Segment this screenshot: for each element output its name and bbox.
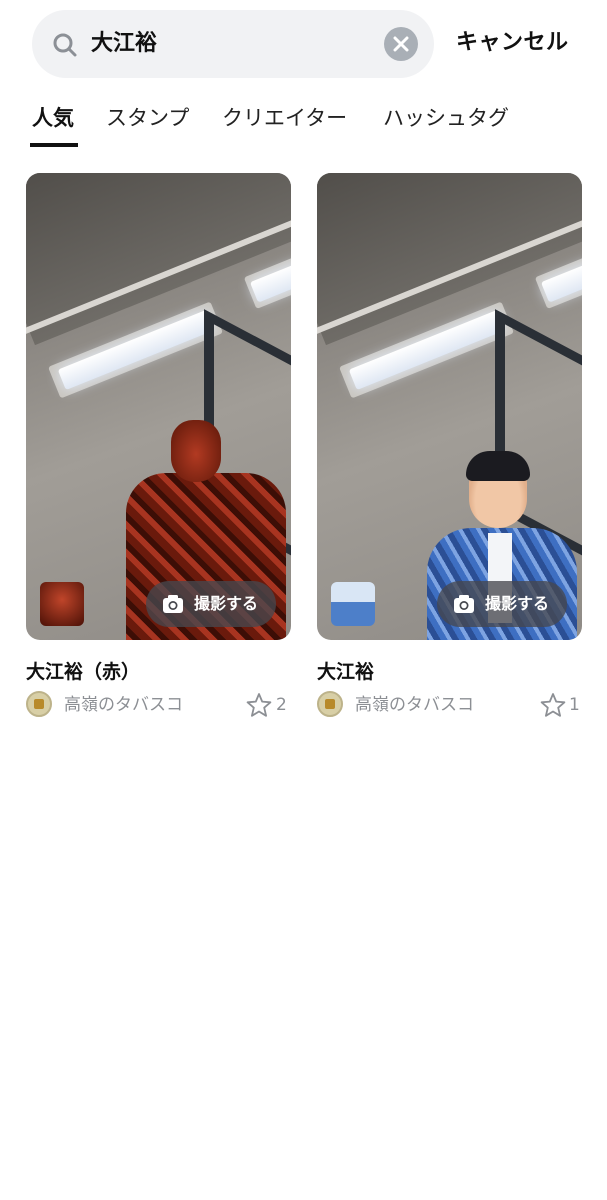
- shoot-button-label: 撮影する: [194, 594, 259, 613]
- card-thumbnail[interactable]: 撮影する: [317, 173, 582, 640]
- shoot-button[interactable]: 撮影する: [437, 581, 567, 627]
- result-card[interactable]: 撮影する 大江裕（赤） 高嶺のタバスコ 2: [26, 173, 291, 717]
- card-thumbnail[interactable]: 撮影する: [26, 173, 291, 640]
- star-icon[interactable]: [246, 692, 272, 718]
- tab-stamps[interactable]: スタンプ: [106, 102, 189, 132]
- clear-icon: [393, 36, 409, 52]
- clear-search-button[interactable]: [384, 27, 418, 61]
- card-title[interactable]: 大江裕（赤）: [26, 657, 140, 684]
- result-card[interactable]: 撮影する 大江裕 高嶺のタバスコ 1: [317, 173, 582, 717]
- creator-row[interactable]: 高嶺のタバスコ 2: [26, 691, 291, 719]
- cancel-button[interactable]: キャンセル: [456, 24, 569, 56]
- creator-avatar: [317, 691, 343, 717]
- star-icon[interactable]: [540, 692, 566, 718]
- thumbnail-person-head: [171, 420, 221, 482]
- creator-avatar: [26, 691, 52, 717]
- card-title[interactable]: 大江裕: [317, 657, 374, 684]
- like-count: 1: [569, 695, 580, 715]
- search-bar[interactable]: 大江裕: [32, 10, 434, 78]
- thumbnail-person-hair: [466, 451, 530, 481]
- tab-popular[interactable]: 人気: [32, 102, 74, 132]
- search-icon: [53, 33, 77, 57]
- camera-icon: [454, 595, 474, 613]
- tab-creators[interactable]: クリエイター: [222, 102, 347, 132]
- camera-icon: [163, 595, 183, 613]
- result-tabs: 人気 スタンプ クリエイター ハッシュタグ: [0, 100, 607, 150]
- creator-name[interactable]: 高嶺のタバスコ: [64, 691, 183, 719]
- thumbnail-ceiling: [317, 173, 582, 346]
- thumbnail-ceiling: [26, 173, 291, 346]
- creator-name[interactable]: 高嶺のタバスコ: [355, 691, 474, 719]
- effect-avatar: [40, 582, 84, 626]
- tab-hashtags[interactable]: ハッシュタグ: [383, 102, 509, 132]
- effect-avatar: [331, 582, 375, 626]
- shoot-button[interactable]: 撮影する: [146, 581, 276, 627]
- creator-row[interactable]: 高嶺のタバスコ 1: [317, 691, 582, 719]
- search-input[interactable]: 大江裕: [91, 10, 157, 78]
- like-count: 2: [276, 695, 287, 715]
- active-tab-indicator: [30, 143, 78, 147]
- shoot-button-label: 撮影する: [485, 594, 550, 613]
